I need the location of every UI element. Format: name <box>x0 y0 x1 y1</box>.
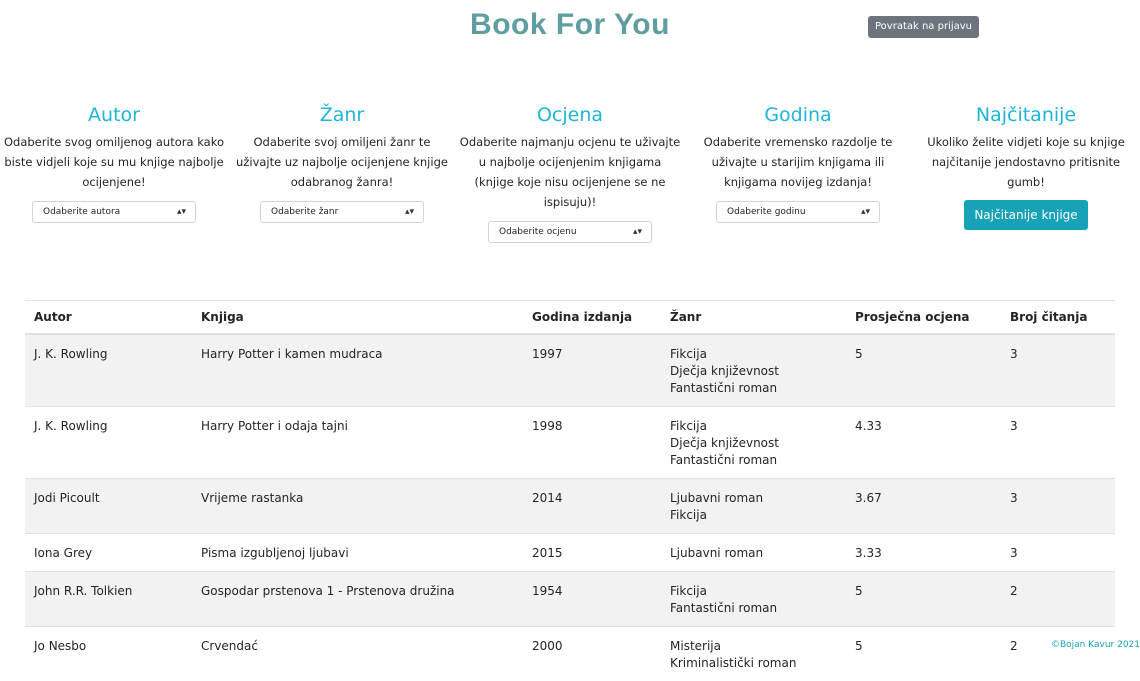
header-genre: Žanr <box>661 301 846 335</box>
select-arrows-icon: ▴▾ <box>405 202 414 222</box>
cell-author: J. K. Rowling <box>25 334 192 407</box>
genre-item: Fikcija <box>670 346 837 363</box>
cell-author: John R.R. Tolkien <box>25 572 192 627</box>
filter-most-read: Najčitanije Ukoliko želite vidjeti koje … <box>912 104 1140 230</box>
select-value: Odaberite ocjenu <box>499 227 577 237</box>
genre-item: Fikcija <box>670 507 837 524</box>
cell-author: Iona Grey <box>25 534 192 572</box>
cell-reads: 3 <box>1001 534 1115 572</box>
table-header-row: Autor Knjiga Godina izdanja Žanr Prosječ… <box>25 301 1115 335</box>
genre-item: Fantastični roman <box>670 452 837 469</box>
select-value: Odaberite autora <box>43 207 120 217</box>
genre-item: Misterija <box>670 638 837 655</box>
cell-year: 1997 <box>523 334 661 407</box>
most-read-button[interactable]: Najčitanije knjige <box>964 200 1087 230</box>
year-select[interactable]: Odaberite godinu ▴▾ <box>716 201 880 223</box>
genre-item: Fikcija <box>670 418 837 435</box>
genre-item: Dječja književnost <box>670 435 837 452</box>
cell-year: 2015 <box>523 534 661 572</box>
cell-genre: Fikcija Dječja književnost Fantastični r… <box>661 407 846 479</box>
header-book: Knjiga <box>192 301 523 335</box>
filter-title: Godina <box>684 104 912 126</box>
cell-reads: 2 <box>1001 572 1115 627</box>
cell-rating: 5 <box>846 627 1001 681</box>
back-to-login-button[interactable]: Povratak na prijavu <box>868 16 979 38</box>
cell-year: 1954 <box>523 572 661 627</box>
cell-rating: 5 <box>846 334 1001 407</box>
header-year: Godina izdanja <box>523 301 661 335</box>
filter-description: Odaberite vremensko razdolje te uživajte… <box>684 132 912 192</box>
cell-genre: Ljubavni roman Fikcija <box>661 479 846 534</box>
cell-rating: 5 <box>846 572 1001 627</box>
filter-description: Ukoliko želite vidjeti koje su knjige na… <box>912 132 1140 192</box>
filter-title: Ocjena <box>456 104 684 126</box>
genre-item: Kriminalistički roman <box>670 655 837 672</box>
cell-reads: 3 <box>1001 407 1115 479</box>
footer-copyright: ©Bojan Kavur 2021 <box>1051 640 1140 650</box>
cell-book: Harry Potter i kamen mudraca <box>192 334 523 407</box>
cell-reads: 3 <box>1001 334 1115 407</box>
cell-book: Gospodar prstenova 1 - Prstenova družina <box>192 572 523 627</box>
table-row: Jo Nesbo Crvendać 2000 Misterija Krimina… <box>25 627 1115 681</box>
cell-genre: Ljubavni roman <box>661 534 846 572</box>
table-row: J. K. Rowling Harry Potter i odaja tajni… <box>25 407 1115 479</box>
select-arrows-icon: ▴▾ <box>861 202 870 222</box>
filter-rating: Ocjena Odaberite najmanju ocjenu te uživ… <box>456 104 684 243</box>
select-value: Odaberite žanr <box>271 207 338 217</box>
cell-rating: 3.67 <box>846 479 1001 534</box>
cell-author: Jo Nesbo <box>25 627 192 681</box>
cell-year: 2000 <box>523 627 661 681</box>
cell-book: Harry Potter i odaja tajni <box>192 407 523 479</box>
cell-rating: 4.33 <box>846 407 1001 479</box>
genre-item: Dječja književnost <box>670 363 837 380</box>
filter-section: Autor Odaberite svog omiljenog autora ka… <box>0 104 1140 234</box>
header-reads: Broj čitanja <box>1001 301 1115 335</box>
filter-title: Najčitanije <box>912 104 1140 126</box>
cell-year: 2014 <box>523 479 661 534</box>
cell-author: J. K. Rowling <box>25 407 192 479</box>
cell-author: Jodi Picoult <box>25 479 192 534</box>
filter-title: Žanr <box>228 104 456 126</box>
cell-rating: 3.33 <box>846 534 1001 572</box>
table-row: J. K. Rowling Harry Potter i kamen mudra… <box>25 334 1115 407</box>
select-value: Odaberite godinu <box>727 207 806 217</box>
cell-year: 1998 <box>523 407 661 479</box>
genre-item: Fikcija <box>670 583 837 600</box>
select-arrows-icon: ▴▾ <box>633 222 642 242</box>
filter-author: Autor Odaberite svog omiljenog autora ka… <box>0 104 228 223</box>
filter-title: Autor <box>0 104 228 126</box>
cell-book: Crvendać <box>192 627 523 681</box>
header-rating: Prosječna ocjena <box>846 301 1001 335</box>
select-arrows-icon: ▴▾ <box>177 202 186 222</box>
table-row: Iona Grey Pisma izgubljenoj ljubavi 2015… <box>25 534 1115 572</box>
filter-year: Godina Odaberite vremensko razdolje te u… <box>684 104 912 223</box>
cell-reads: 2 <box>1001 627 1115 681</box>
cell-book: Pisma izgubljenoj ljubavi <box>192 534 523 572</box>
books-table: Autor Knjiga Godina izdanja Žanr Prosječ… <box>25 300 1115 681</box>
genre-item: Fantastični roman <box>670 380 837 397</box>
cell-genre: Fikcija Fantastični roman <box>661 572 846 627</box>
header-author: Autor <box>25 301 192 335</box>
table-row: Jodi Picoult Vrijeme rastanka 2014 Ljuba… <box>25 479 1115 534</box>
filter-description: Odaberite svog omiljenog autora kako bis… <box>0 132 228 192</box>
cell-reads: 3 <box>1001 479 1115 534</box>
filter-description: Odaberite svoj omiljeni žanr te uživajte… <box>228 132 456 192</box>
rating-select[interactable]: Odaberite ocjenu ▴▾ <box>488 221 652 243</box>
genre-item: Ljubavni roman <box>670 545 837 562</box>
cell-genre: Misterija Kriminalistički roman <box>661 627 846 681</box>
genre-item: Ljubavni roman <box>670 490 837 507</box>
genre-item: Fantastični roman <box>670 600 837 617</box>
cell-book: Vrijeme rastanka <box>192 479 523 534</box>
filter-genre: Žanr Odaberite svoj omiljeni žanr te uži… <box>228 104 456 223</box>
filter-description: Odaberite najmanju ocjenu te uživajte u … <box>456 132 684 212</box>
table-row: John R.R. Tolkien Gospodar prstenova 1 -… <box>25 572 1115 627</box>
cell-genre: Fikcija Dječja književnost Fantastični r… <box>661 334 846 407</box>
author-select[interactable]: Odaberite autora ▴▾ <box>32 201 196 223</box>
genre-select[interactable]: Odaberite žanr ▴▾ <box>260 201 424 223</box>
